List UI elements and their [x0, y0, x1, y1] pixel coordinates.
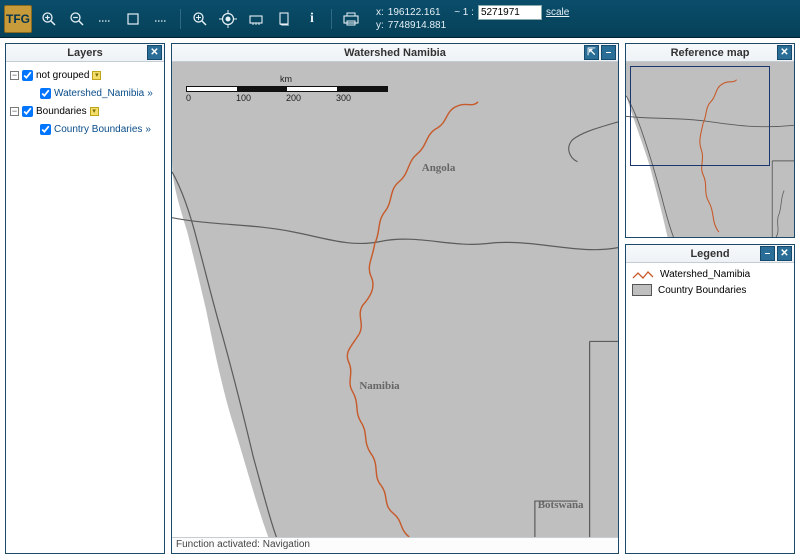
layer-more-icon[interactable]: »: [145, 124, 151, 135]
pan-next-icon[interactable]: [150, 9, 172, 29]
group-label: not grouped: [36, 70, 89, 81]
group-checkbox[interactable]: [22, 70, 33, 81]
pan-prev-icon[interactable]: [94, 9, 116, 29]
map-panel: Watershed Namibia ⇱ –: [171, 43, 619, 554]
layers-panel-title: Layers ✕: [6, 44, 164, 62]
clipboard-icon[interactable]: [273, 9, 295, 29]
legend-label: Country Boundaries: [658, 285, 746, 296]
legend-title: Legend – ✕: [626, 245, 794, 263]
zoom-in-icon[interactable]: [38, 9, 60, 29]
layer-checkbox[interactable]: [40, 88, 51, 99]
layer-label[interactable]: Watershed_Namibia: [54, 88, 144, 99]
layer-more-icon[interactable]: »: [147, 88, 153, 99]
map-panel-title: Watershed Namibia ⇱ –: [172, 44, 618, 62]
y-label: y:: [376, 20, 384, 32]
y-value: 7748914.881: [388, 20, 446, 32]
legend-swatch-line: [632, 270, 654, 280]
scale-bar: km 0 100 200 300: [186, 74, 388, 103]
country-label-angola: Angola: [422, 162, 456, 174]
legend-close-button[interactable]: ✕: [777, 246, 792, 261]
map-title-text: Watershed Namibia: [344, 47, 446, 59]
scale-prefix: ~ 1 :: [454, 7, 474, 19]
tick-label: 0: [186, 93, 236, 103]
scale-input[interactable]: [478, 5, 542, 20]
reference-extent-rect[interactable]: [630, 66, 770, 166]
tick-label: 200: [286, 93, 336, 103]
separator: [331, 9, 332, 29]
info-icon[interactable]: i: [301, 9, 323, 29]
group-checkbox[interactable]: [22, 106, 33, 117]
layer-group-row: − not grouped ▾: [10, 66, 160, 84]
query-icon[interactable]: [122, 9, 144, 29]
layer-label[interactable]: Country Boundaries: [54, 124, 142, 135]
x-label: x:: [376, 7, 384, 19]
legend-body: Watershed_Namibia Country Boundaries: [626, 263, 794, 553]
coordinate-readout: x: 196122.161 ~ 1 : scale y: 7748914.881: [376, 5, 569, 32]
zoom-out-icon[interactable]: [66, 9, 88, 29]
map-status-bar: Function activated: Navigation: [172, 537, 618, 553]
legend-item: Watershed_Namibia: [632, 269, 788, 280]
zoom-full-icon[interactable]: [189, 9, 211, 29]
x-value: 196122.161: [388, 7, 441, 19]
app-logo: TFG: [4, 5, 32, 33]
layer-row: Country Boundaries »: [10, 120, 160, 138]
layers-close-button[interactable]: ✕: [147, 45, 162, 60]
tick-label: 300: [336, 93, 386, 103]
workspace: Layers ✕ − not grouped ▾ Watershed_Namib…: [0, 38, 800, 559]
map-minimize-button[interactable]: –: [601, 45, 616, 60]
country-label-botswana: Botswana: [538, 499, 584, 511]
map-canvas[interactable]: km 0 100 200 300 Angola Namibia Botswana: [172, 62, 618, 537]
map-action-button[interactable]: ⇱: [584, 45, 599, 60]
group-icon[interactable]: ▾: [92, 71, 101, 80]
scale-link[interactable]: scale: [546, 7, 569, 19]
nav-target-icon[interactable]: [217, 9, 239, 29]
expander-icon[interactable]: −: [10, 71, 19, 80]
layers-panel: Layers ✕ − not grouped ▾ Watershed_Namib…: [5, 43, 165, 554]
country-label-namibia: Namibia: [359, 380, 399, 392]
map-svg: [172, 62, 618, 537]
group-label: Boundaries: [36, 106, 87, 117]
legend-swatch-fill: [632, 284, 652, 296]
legend-minimize-button[interactable]: –: [760, 246, 775, 261]
layer-checkbox[interactable]: [40, 124, 51, 135]
reference-map-canvas[interactable]: [626, 62, 794, 237]
measure-icon[interactable]: [245, 9, 267, 29]
legend-panel: Legend – ✕ Watershed_Namibia Country Bou…: [625, 244, 795, 554]
legend-item: Country Boundaries: [632, 284, 788, 296]
reference-map-panel: Reference map ✕: [625, 43, 795, 238]
tick-label: 100: [236, 93, 286, 103]
layer-row: Watershed_Namibia »: [10, 84, 160, 102]
group-icon[interactable]: ▾: [90, 107, 99, 116]
status-label: Function activated:: [176, 539, 260, 550]
legend-label: Watershed_Namibia: [660, 269, 750, 280]
right-column: Reference map ✕: [625, 43, 795, 554]
refmap-title: Reference map ✕: [626, 44, 794, 62]
print-icon[interactable]: [340, 9, 362, 29]
expander-icon[interactable]: −: [10, 107, 19, 116]
legend-title-text: Legend: [690, 248, 729, 260]
refmap-title-text: Reference map: [671, 47, 750, 59]
layer-tree: − not grouped ▾ Watershed_Namibia » − Bo…: [6, 62, 164, 553]
scalebar-unit: km: [186, 74, 386, 84]
layer-group-row: − Boundaries ▾: [10, 102, 160, 120]
status-value: Navigation: [263, 539, 310, 550]
refmap-close-button[interactable]: ✕: [777, 45, 792, 60]
separator: [180, 9, 181, 29]
layers-title-text: Layers: [67, 47, 102, 59]
main-toolbar: TFG i x: 196122.161 ~ 1 : scale y: 77489…: [0, 0, 800, 38]
